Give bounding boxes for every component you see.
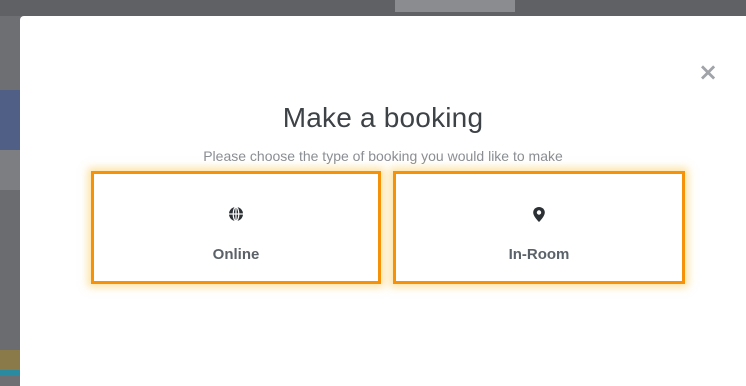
globe-icon xyxy=(94,206,378,222)
close-button[interactable]: × xyxy=(696,60,720,84)
map-marker-icon xyxy=(396,206,682,223)
in-room-option-label: In-Room xyxy=(508,246,570,263)
backdrop-sidebar-tan xyxy=(0,350,20,370)
online-option-label: Online xyxy=(212,246,260,263)
backdrop-header-highlight xyxy=(395,0,515,12)
backdrop-header xyxy=(0,0,746,16)
backdrop-sidebar-blue xyxy=(0,90,20,150)
backdrop-sidebar-mid xyxy=(0,150,20,190)
modal-title: Make a booking xyxy=(282,102,484,133)
backdrop-sidebar-teal xyxy=(0,370,20,376)
modal-subtitle: Please choose the type of booking you wo… xyxy=(203,148,563,164)
close-icon: × xyxy=(697,58,719,86)
online-booking-option[interactable]: Online xyxy=(91,171,381,284)
backdrop-sidebar-low xyxy=(0,190,20,350)
in-room-booking-option[interactable]: In-Room xyxy=(393,171,685,284)
